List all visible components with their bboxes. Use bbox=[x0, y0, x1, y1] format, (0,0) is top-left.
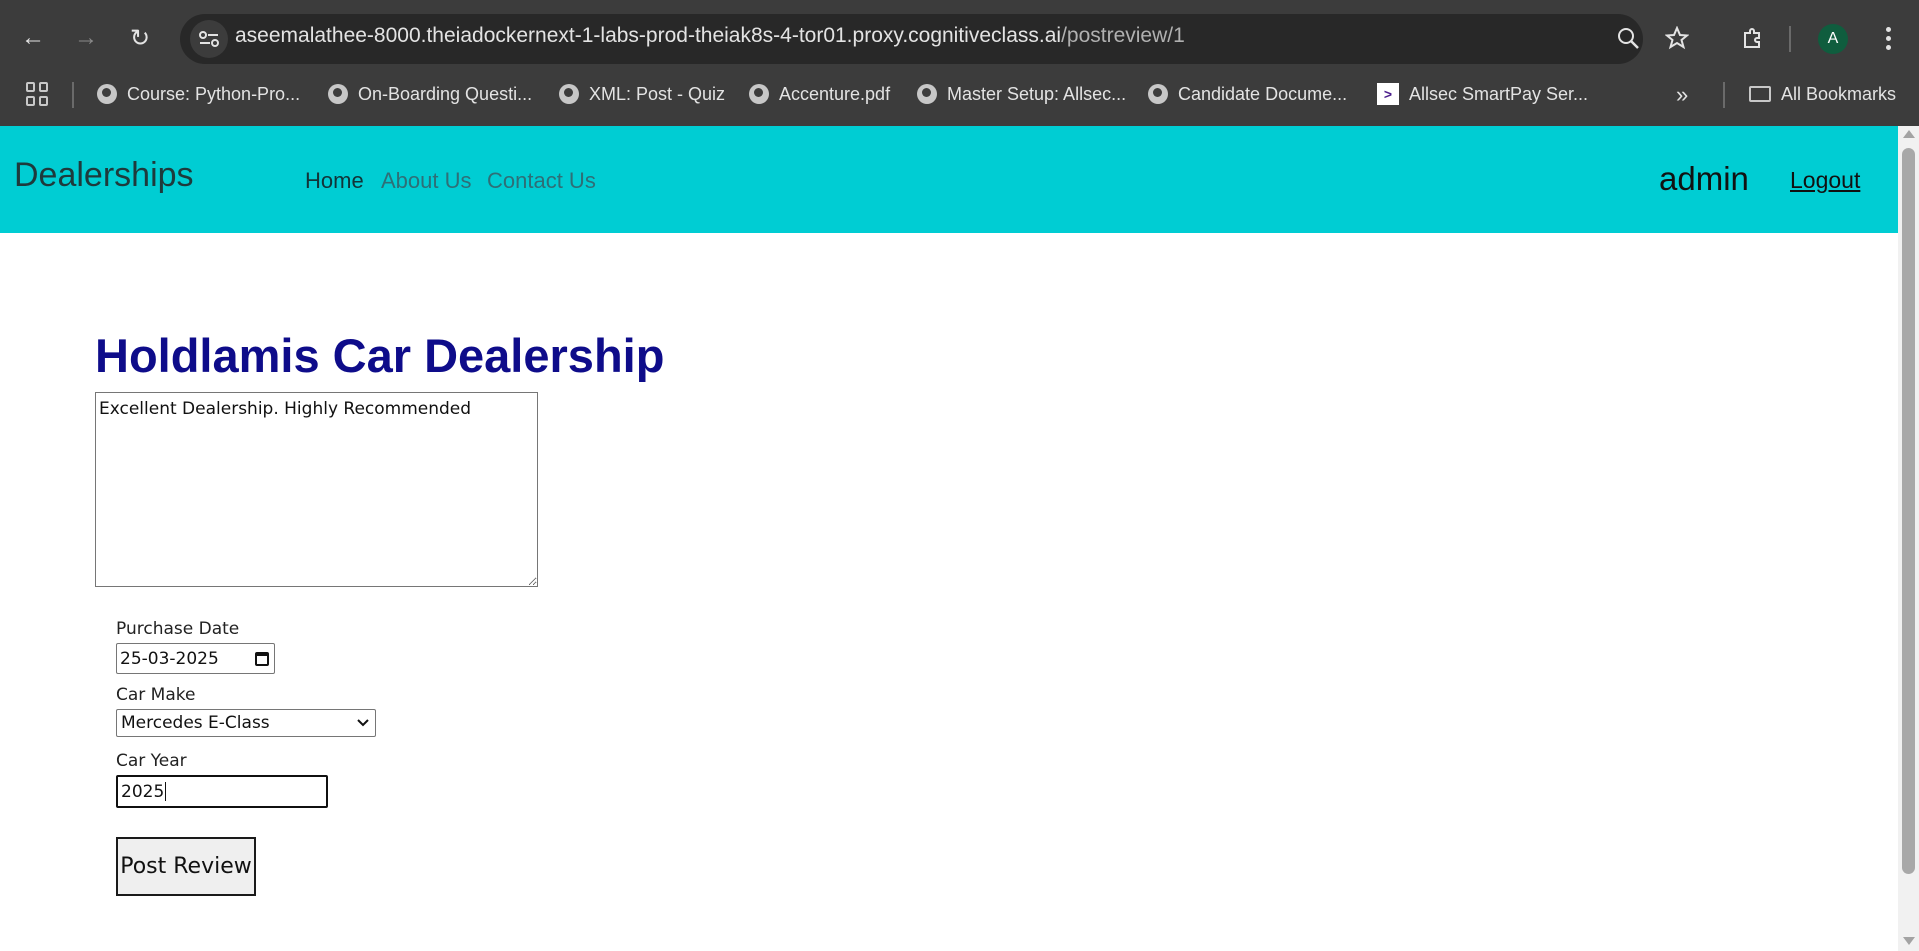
all-bookmarks[interactable]: All Bookmarks bbox=[1749, 82, 1896, 106]
bookmark-label: Allsec SmartPay Ser... bbox=[1409, 83, 1589, 104]
car-year-label: Car Year bbox=[116, 751, 187, 771]
bookmark-master-setup[interactable]: Master Setup: Allsec... bbox=[917, 82, 1126, 106]
review-textarea[interactable]: Excellent Dealership. Highly Recommended bbox=[95, 392, 538, 587]
scroll-down-icon[interactable] bbox=[1903, 937, 1915, 945]
bookmark-allsec-smartpay[interactable]: > Allsec SmartPay Ser... bbox=[1377, 82, 1588, 106]
nav-about-us[interactable]: About Us bbox=[381, 168, 472, 194]
bookmark-onboarding[interactable]: On-Boarding Questi... bbox=[328, 82, 532, 106]
reload-icon[interactable]: ↻ bbox=[120, 18, 160, 58]
purchase-date-label: Purchase Date bbox=[116, 619, 240, 639]
bookmark-label: Master Setup: Allsec... bbox=[947, 83, 1127, 104]
scroll-up-icon[interactable] bbox=[1903, 130, 1915, 138]
scrollbar-thumb[interactable] bbox=[1902, 148, 1915, 874]
toolbar-divider bbox=[1789, 26, 1791, 52]
bookmark-xml-quiz[interactable]: XML: Post - Quiz bbox=[559, 82, 725, 106]
car-year-input[interactable]: 2025 bbox=[116, 775, 328, 808]
bookmark-candidate[interactable]: Candidate Docume... bbox=[1148, 82, 1347, 106]
nav-home[interactable]: Home bbox=[305, 168, 364, 194]
bookmark-label: On-Boarding Questi... bbox=[358, 83, 533, 104]
globe-icon bbox=[97, 84, 117, 104]
car-make-select[interactable]: Mercedes E-Class bbox=[116, 709, 376, 737]
purchase-date-input[interactable]: 25-03-2025 bbox=[116, 643, 275, 674]
logout-link[interactable]: Logout bbox=[1790, 167, 1860, 194]
back-icon[interactable]: ← bbox=[13, 18, 53, 58]
forward-icon[interactable]: → bbox=[66, 18, 106, 58]
bookmarks-divider bbox=[1723, 82, 1725, 108]
globe-icon bbox=[917, 84, 937, 104]
url-text[interactable]: aseemalathee-8000.theiadockernext-1-labs… bbox=[235, 24, 1185, 48]
bookmark-label: Candidate Docume... bbox=[1178, 83, 1348, 104]
bookmark-star-icon[interactable] bbox=[1657, 18, 1697, 58]
calendar-icon[interactable] bbox=[255, 651, 269, 666]
site-info-icon[interactable] bbox=[190, 20, 228, 58]
bookmarks-divider bbox=[72, 82, 74, 108]
chevron-down-icon bbox=[357, 719, 369, 727]
post-review-button[interactable]: Post Review bbox=[116, 837, 256, 896]
car-make-selected: Mercedes E-Class bbox=[121, 713, 270, 733]
bookmark-accenture[interactable]: Accenture.pdf bbox=[749, 82, 890, 106]
more-bookmarks-icon[interactable]: » bbox=[1676, 82, 1688, 108]
app-navbar bbox=[0, 126, 1898, 233]
bookmark-label: Course: Python-Pro... bbox=[127, 83, 301, 104]
extensions-icon[interactable] bbox=[1733, 18, 1773, 58]
browser-menu-icon[interactable] bbox=[1870, 18, 1906, 58]
profile-avatar[interactable]: A bbox=[1818, 24, 1848, 54]
globe-icon bbox=[559, 84, 579, 104]
bookmark-course[interactable]: Course: Python-Pro... bbox=[97, 82, 300, 106]
brand-title[interactable]: Dealerships bbox=[14, 156, 194, 195]
url-path: /postreview/1 bbox=[1061, 24, 1185, 47]
bookmark-label: Accenture.pdf bbox=[779, 83, 891, 104]
all-bookmarks-label: All Bookmarks bbox=[1781, 83, 1897, 104]
apps-grid-icon[interactable] bbox=[26, 82, 50, 106]
globe-icon bbox=[328, 84, 348, 104]
nav-contact-us[interactable]: Contact Us bbox=[487, 168, 596, 194]
bookmark-label: XML: Post - Quiz bbox=[589, 83, 726, 104]
dealer-title: Holdlamis Car Dealership bbox=[95, 329, 665, 382]
car-year-value: 2025 bbox=[121, 781, 165, 802]
text-caret bbox=[165, 782, 167, 801]
folder-icon bbox=[1749, 86, 1771, 102]
url-host: aseemalathee-8000.theiadockernext-1-labs… bbox=[235, 24, 1062, 47]
username-label: admin bbox=[1659, 160, 1749, 197]
purchase-date-value: 25-03-2025 bbox=[120, 648, 219, 669]
globe-icon bbox=[1148, 84, 1168, 104]
allsec-logo-icon: > bbox=[1377, 83, 1399, 105]
car-make-label: Car Make bbox=[116, 685, 196, 705]
zoom-icon[interactable] bbox=[1608, 18, 1648, 58]
globe-icon bbox=[749, 84, 769, 104]
